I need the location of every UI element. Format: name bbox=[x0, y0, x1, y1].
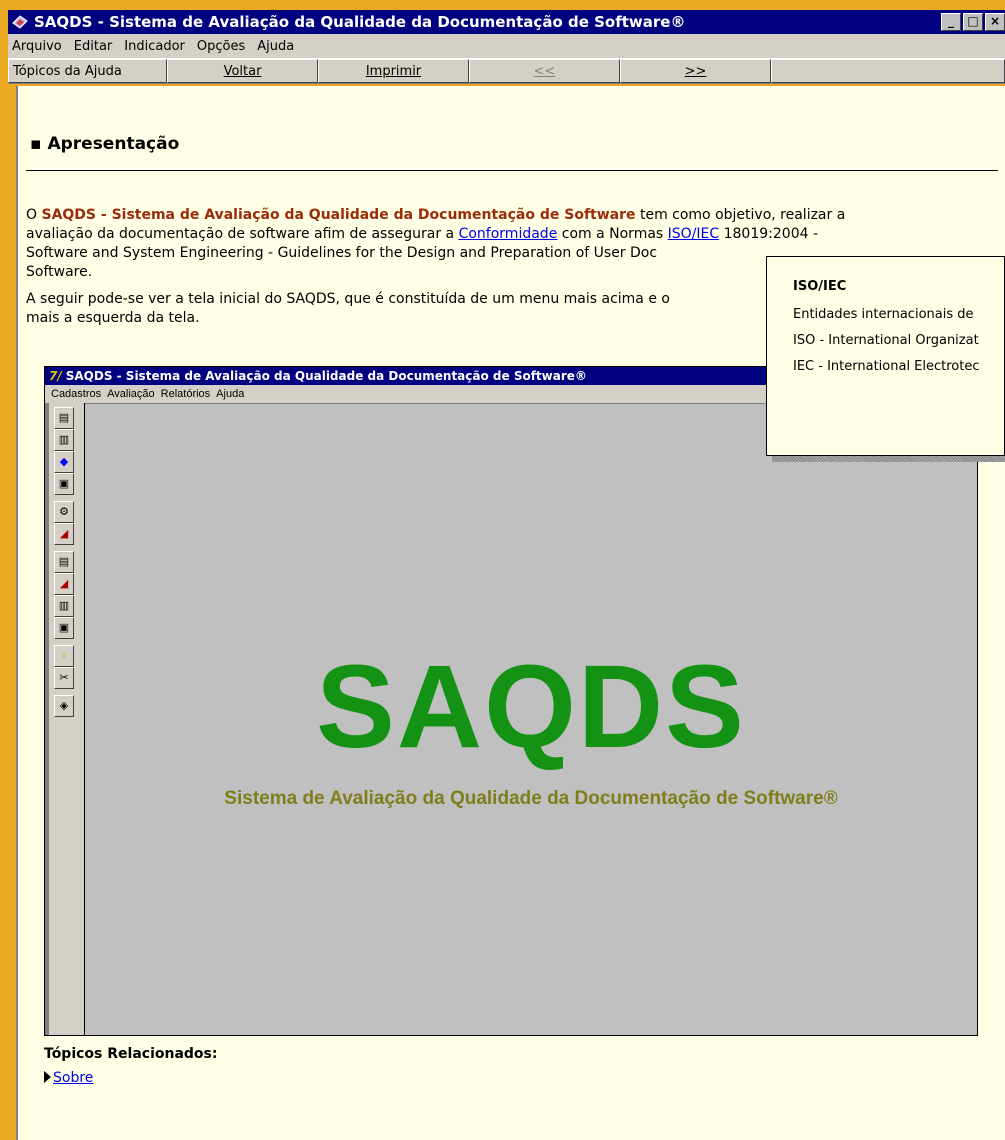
related-topics-heading: Tópicos Relacionados: bbox=[44, 1046, 218, 1062]
page-title: ▪ Apresentação bbox=[30, 134, 180, 154]
popup-line-3: IEC - International Electrotec bbox=[793, 359, 980, 374]
back-label: Voltar bbox=[223, 63, 262, 79]
saqds-screenshot: 7/ SAQDS - Sistema de Avaliação da Quali… bbox=[44, 366, 978, 1036]
menu-indicador[interactable]: Indicador bbox=[122, 39, 193, 54]
maximize-button[interactable]: □ bbox=[963, 13, 983, 31]
p2-line2: mais a esquerda da tela. bbox=[26, 310, 200, 326]
document-icon: ▤ bbox=[54, 407, 74, 429]
prev-button[interactable]: << bbox=[469, 59, 620, 83]
popup-line-2: ISO - International Organizat bbox=[793, 333, 979, 348]
inner-menu-avaliacao: Avaliação bbox=[107, 388, 155, 400]
page-title-text: Apresentação bbox=[47, 134, 180, 154]
page-icon: ▤ bbox=[54, 551, 74, 573]
inner-side-toolbar: ▤ ▥ ◆ ▣ ⚙ ◢ ▤ ◢ ▥ ▣ ♀ ✂ ◈ bbox=[45, 403, 85, 1035]
p1-line2-b: com a Normas bbox=[557, 226, 668, 242]
title-bar: SAQDS - Sistema de Avaliação da Qualidad… bbox=[8, 10, 1005, 34]
app-frame: SAQDS - Sistema de Avaliação da Qualidad… bbox=[0, 0, 1005, 1140]
eraser-icon-2: ◢ bbox=[54, 573, 74, 595]
help-topics-label: Tópicos da Ajuda bbox=[13, 63, 122, 79]
minimize-button[interactable]: _ bbox=[941, 13, 961, 31]
toolbar-spacer bbox=[771, 59, 1005, 83]
conformidade-link[interactable]: Conformidade bbox=[459, 226, 558, 242]
diamond-icon: ◆ bbox=[54, 451, 74, 473]
prev-label: << bbox=[533, 63, 556, 79]
popup-title: ISO/IEC bbox=[793, 279, 847, 294]
window-title: SAQDS - Sistema de Avaliação da Qualidad… bbox=[34, 13, 686, 31]
next-label: >> bbox=[684, 63, 707, 79]
inner-menu-relatorios: Relatórios bbox=[160, 388, 211, 400]
saqds-logo-subtitle: Sistema de Avaliação da Qualidade da Doc… bbox=[224, 788, 838, 809]
iso-iec-link[interactable]: ISO/IEC bbox=[668, 226, 720, 242]
menu-opcoes[interactable]: Opções bbox=[195, 39, 253, 54]
bulb-icon: ♀ bbox=[54, 645, 74, 667]
title-divider bbox=[26, 170, 998, 171]
help-topics-button[interactable]: Tópicos da Ajuda bbox=[8, 59, 167, 83]
p1-mid: tem como objetivo, realizar a bbox=[635, 207, 846, 223]
inner-app-icon: 7/ bbox=[49, 369, 62, 383]
close-button[interactable]: × bbox=[985, 13, 1005, 31]
p1-line2-a: avaliação da documentação de software af… bbox=[26, 226, 459, 242]
print-label: Imprimir bbox=[365, 63, 422, 79]
related-topic-item: Sobre bbox=[44, 1070, 93, 1086]
eraser-icon: ◢ bbox=[54, 523, 74, 545]
p1-line2-c: 18019:2004 - bbox=[719, 226, 819, 242]
p1-line3: Software and System Engineering - Guidel… bbox=[26, 245, 658, 261]
p1-brand: SAQDS - Sistema de Avaliação da Qualidad… bbox=[41, 207, 636, 223]
tag-icon: ◈ bbox=[54, 695, 74, 717]
app-icon bbox=[12, 15, 28, 29]
p1-prefix: O bbox=[26, 207, 42, 223]
inner-menu-ajuda: Ajuda bbox=[216, 388, 245, 400]
saqds-logo: SAQDS bbox=[316, 641, 746, 773]
p1-line4: Software. bbox=[26, 264, 93, 280]
book-icon: ▣ bbox=[54, 473, 74, 495]
menu-ajuda[interactable]: Ajuda bbox=[255, 39, 302, 54]
back-button[interactable]: Voltar bbox=[167, 59, 318, 83]
p2-line1: A seguir pode-se ver a tela inicial do S… bbox=[26, 291, 670, 307]
documents-icon-2: ▥ bbox=[54, 595, 74, 617]
sobre-link[interactable]: Sobre bbox=[53, 1070, 93, 1086]
menu-editar[interactable]: Editar bbox=[72, 39, 121, 54]
inner-title: SAQDS - Sistema de Avaliação da Qualidad… bbox=[65, 369, 587, 383]
scissors-icon: ✂ bbox=[54, 667, 74, 689]
menu-arquivo[interactable]: Arquivo bbox=[10, 39, 70, 54]
book-icon-2: ▣ bbox=[54, 617, 74, 639]
menu-bar: Arquivo Editar Indicador Opções Ajuda bbox=[8, 34, 1005, 58]
popup-line-1: Entidades internacionais de bbox=[793, 307, 974, 322]
help-toolbar: Tópicos da Ajuda Voltar Imprimir << >> bbox=[8, 58, 1005, 84]
iso-iec-popup: ISO/IEC Entidades internacionais de ISO … bbox=[766, 256, 1005, 456]
inner-workspace: SAQDS Sistema de Avaliação da Qualidade … bbox=[85, 403, 977, 1035]
next-button[interactable]: >> bbox=[620, 59, 771, 83]
inner-toolbar-strip bbox=[45, 403, 49, 1035]
inner-menu-cadastros: Cadastros bbox=[51, 388, 102, 400]
print-button[interactable]: Imprimir bbox=[318, 59, 469, 83]
documents-icon: ▥ bbox=[54, 429, 74, 451]
gear-icon: ⚙ bbox=[54, 501, 74, 523]
arrow-right-icon bbox=[44, 1071, 51, 1083]
